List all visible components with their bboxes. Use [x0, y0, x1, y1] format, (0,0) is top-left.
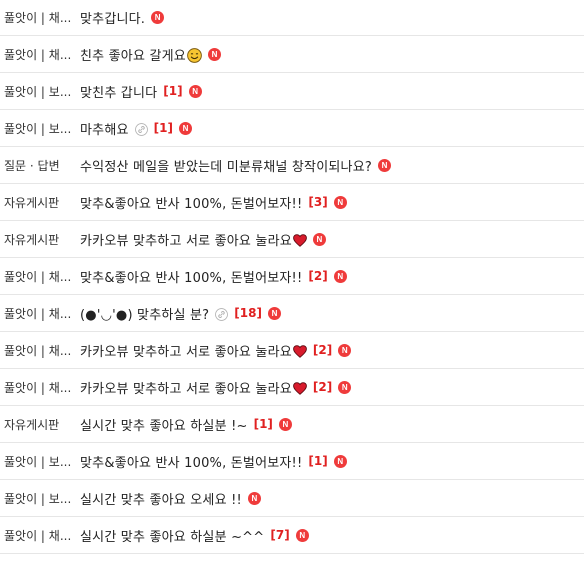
comment-count[interactable]: [7]: [270, 528, 289, 542]
board-name[interactable]: 자유게시판: [4, 416, 74, 433]
post-row[interactable]: 풀앗이 | 채... 실시간 맞추 좋아요 하실분 ~^^ [7] N: [0, 517, 584, 554]
board-name[interactable]: 풀앗이 | 채...: [4, 268, 74, 285]
new-badge: N: [278, 417, 292, 431]
post-title-link[interactable]: 맞추&좋아요 반사 100%, 돈벌어보자!!: [80, 452, 302, 471]
new-badge: N: [333, 195, 347, 209]
post-title-wrap: 맞추갑니다. N: [80, 8, 165, 27]
heart-emoji-icon: [293, 233, 307, 247]
new-badge: N: [295, 528, 309, 542]
post-row[interactable]: 풀앗이 | 보... 마추해요 [1] N: [0, 110, 584, 147]
post-row[interactable]: 풀앗이 | 보... 실시간 맞추 좋아요 오세요 !! N: [0, 480, 584, 517]
post-title-wrap: 맞추&좋아요 반사 100%, 돈벌어보자!! [2] N: [80, 267, 347, 286]
board-name[interactable]: 질문 · 답변: [4, 157, 74, 174]
board-name[interactable]: 풀앗이 | 보...: [4, 120, 74, 137]
post-row[interactable]: 풀앗이 | 채... (●'◡'●) 맞추하실 분? [18] N: [0, 295, 584, 332]
post-title-wrap: 실시간 맞추 좋아요 하실분 !~ [1] N: [80, 415, 292, 434]
board-name[interactable]: 풀앗이 | 채...: [4, 305, 74, 322]
board-name[interactable]: 풀앗이 | 보...: [4, 490, 74, 507]
post-title-link[interactable]: 카카오뷰 맞추하고 서로 좋아요 눌라요: [80, 230, 292, 249]
comment-count[interactable]: [1]: [163, 84, 182, 98]
new-badge: N: [338, 343, 352, 357]
board-name[interactable]: 풀앗이 | 채...: [4, 46, 74, 63]
comment-count[interactable]: [2]: [313, 343, 332, 357]
post-row[interactable]: 풀앗이 | 채... 맞추&좋아요 반사 100%, 돈벌어보자!! [2] N: [0, 258, 584, 295]
post-title-wrap: 맞추&좋아요 반사 100%, 돈벌어보자!! [1] N: [80, 452, 347, 471]
comment-count[interactable]: [1]: [254, 417, 273, 431]
post-title-link[interactable]: 맞추&좋아요 반사 100%, 돈벌어보자!!: [80, 267, 302, 286]
post-title-link[interactable]: 수익정산 메일을 받았는데 미분류채널 창작이되나요?: [80, 156, 372, 175]
comment-count[interactable]: [1]: [154, 121, 173, 135]
post-row[interactable]: 풀앗이 | 채... 맞추갑니다. N: [0, 0, 584, 36]
new-badge: N: [207, 47, 221, 61]
attachment-link-icon: [134, 122, 148, 136]
post-row[interactable]: 질문 · 답변 수익정산 메일을 받았는데 미분류채널 창작이되나요? N: [0, 147, 584, 184]
new-badge: N: [247, 491, 261, 505]
post-title-link[interactable]: 마추해요: [80, 119, 129, 138]
new-badge: N: [333, 269, 347, 283]
new-badge: N: [188, 84, 202, 98]
post-title-wrap: 친추 좋아요 갈게요 N: [80, 45, 221, 64]
post-title-link[interactable]: 실시간 맞추 좋아요 하실분 !~: [80, 415, 248, 434]
post-title-wrap: 실시간 맞추 좋아요 오세요 !! N: [80, 489, 261, 508]
new-badge: N: [151, 11, 165, 24]
post-title-wrap: (●'◡'●) 맞추하실 분? [18] N: [80, 304, 281, 323]
new-badge: N: [338, 380, 352, 394]
post-title-link[interactable]: 맞친추 갑니다: [80, 82, 157, 101]
new-badge: N: [312, 232, 326, 246]
post-row[interactable]: 풀앗이 | 채... 카카오뷰 맞추하고 서로 좋아요 눌라요 [2] N: [0, 332, 584, 369]
post-row[interactable]: 풀앗이 | 보... 맞추&좋아요 반사 100%, 돈벌어보자!! [1] N: [0, 443, 584, 480]
post-title-link[interactable]: 카카오뷰 맞추하고 서로 좋아요 눌라요: [80, 378, 292, 397]
post-title-link[interactable]: 친추 좋아요 갈게요: [80, 45, 186, 64]
post-row[interactable]: 자유게시판 실시간 맞추 좋아요 하실분 !~ [1] N: [0, 406, 584, 443]
post-row[interactable]: 풀앗이 | 채... 카카오뷰 맞추하고 서로 좋아요 눌라요 [2] N: [0, 369, 584, 406]
new-badge: N: [267, 306, 281, 320]
new-badge: N: [178, 121, 192, 135]
post-list: 풀앗이 | 채... 맞추갑니다. N 풀앗이 | 채... 친추 좋아요 갈게요 N 풀앗…: [0, 0, 584, 554]
new-badge: N: [333, 454, 347, 468]
smile-emoji-icon: [187, 47, 202, 63]
board-name[interactable]: 풀앗이 | 채...: [4, 9, 74, 26]
post-title-wrap: 카카오뷰 맞추하고 서로 좋아요 눌라요 [2] N: [80, 341, 352, 360]
board-name[interactable]: 풀앗이 | 채...: [4, 379, 74, 396]
post-title-wrap: 마추해요 [1] N: [80, 119, 192, 138]
attachment-link-icon: [215, 307, 229, 321]
post-title-wrap: 맞추&좋아요 반사 100%, 돈벌어보자!! [3] N: [80, 193, 347, 212]
post-title-link[interactable]: 카카오뷰 맞추하고 서로 좋아요 눌라요: [80, 341, 292, 360]
post-row[interactable]: 풀앗이 | 채... 친추 좋아요 갈게요 N: [0, 36, 584, 73]
comment-count[interactable]: [2]: [308, 269, 327, 283]
new-badge: N: [377, 158, 391, 172]
board-name[interactable]: 풀앗이 | 보...: [4, 83, 74, 100]
post-title-wrap: 맞친추 갑니다 [1] N: [80, 82, 202, 101]
board-name[interactable]: 풀앗이 | 보...: [4, 453, 74, 470]
post-title-link[interactable]: 실시간 맞추 좋아요 하실분 ~^^: [80, 526, 264, 545]
post-title-link[interactable]: 맞추갑니다.: [80, 8, 145, 27]
comment-count[interactable]: [3]: [308, 195, 327, 209]
comment-count[interactable]: [18]: [234, 306, 262, 320]
board-name[interactable]: 자유게시판: [4, 231, 74, 248]
post-title-wrap: 카카오뷰 맞추하고 서로 좋아요 눌라요 N: [80, 230, 326, 249]
comment-count[interactable]: [2]: [313, 380, 332, 394]
board-name[interactable]: 자유게시판: [4, 194, 74, 211]
heart-emoji-icon: [293, 344, 307, 358]
post-title-wrap: 실시간 맞추 좋아요 하실분 ~^^ [7] N: [80, 526, 309, 545]
board-name[interactable]: 풀앗이 | 채...: [4, 342, 74, 359]
heart-emoji-icon: [293, 381, 307, 395]
comment-count[interactable]: [1]: [308, 454, 327, 468]
post-title-wrap: 수익정산 메일을 받았는데 미분류채널 창작이되나요? N: [80, 156, 391, 175]
post-row[interactable]: 자유게시판 맞추&좋아요 반사 100%, 돈벌어보자!! [3] N: [0, 184, 584, 221]
post-title-link[interactable]: 맞추&좋아요 반사 100%, 돈벌어보자!!: [80, 193, 302, 212]
post-title-wrap: 카카오뷰 맞추하고 서로 좋아요 눌라요 [2] N: [80, 378, 352, 397]
post-row[interactable]: 풀앗이 | 보... 맞친추 갑니다 [1] N: [0, 73, 584, 110]
post-title-link[interactable]: (●'◡'●) 맞추하실 분?: [80, 304, 209, 323]
board-name[interactable]: 풀앗이 | 채...: [4, 527, 74, 544]
post-title-link[interactable]: 실시간 맞추 좋아요 오세요 !!: [80, 489, 242, 508]
post-row[interactable]: 자유게시판 카카오뷰 맞추하고 서로 좋아요 눌라요 N: [0, 221, 584, 258]
